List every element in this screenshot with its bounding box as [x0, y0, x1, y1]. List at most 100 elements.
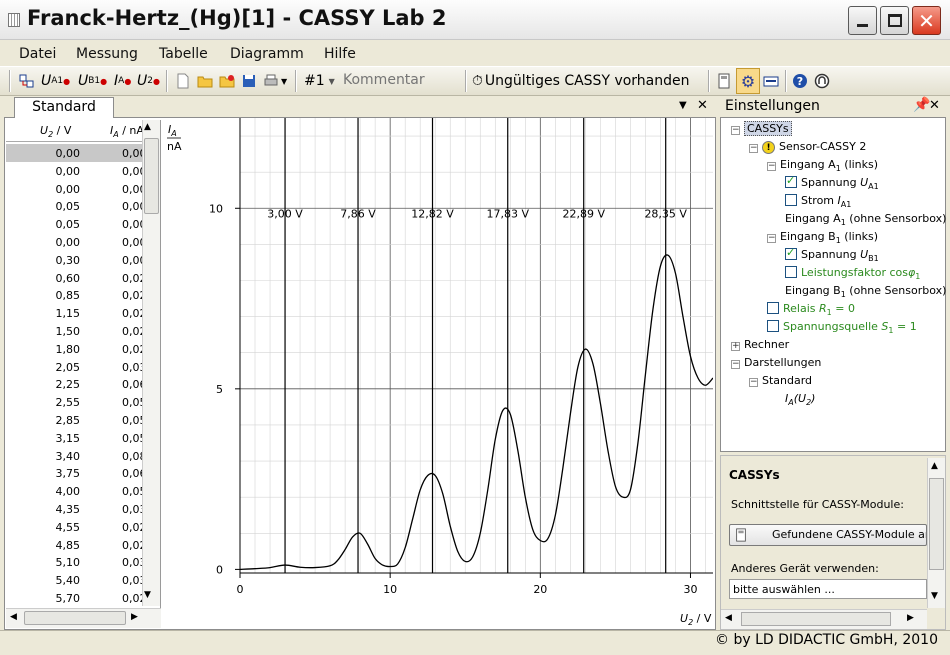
- table-row[interactable]: 3,75 0,06: [6, 464, 143, 482]
- props-vertical-scrollbar[interactable]: ▲ ▼: [927, 458, 945, 608]
- table-row[interactable]: 0,00 0,00: [6, 144, 142, 162]
- scroll-down-icon[interactable]: ▼: [931, 591, 938, 601]
- u2-button[interactable]: U 2 ●: [137, 70, 160, 92]
- scroll-up-icon[interactable]: ▲: [931, 461, 938, 471]
- display-button[interactable]: [763, 70, 779, 92]
- table-row[interactable]: 0,00 0,00: [6, 180, 143, 198]
- tree-eingang-a1-ohne[interactable]: Eingang A1 (ohne Sensorbox): [785, 212, 946, 227]
- cassy-modules-button[interactable]: [19, 70, 35, 92]
- table-row[interactable]: 4,55 0,02: [6, 518, 143, 536]
- new-file-button[interactable]: [175, 70, 191, 92]
- checkbox-unchecked[interactable]: [767, 320, 779, 332]
- table-row[interactable]: 5,10 0,03: [6, 553, 143, 571]
- tree-spannung-ua1[interactable]: Spannung UA1: [785, 174, 879, 191]
- collapse-icon[interactable]: −: [731, 126, 740, 135]
- table-row[interactable]: 5,40 0,03: [6, 571, 143, 589]
- scroll-thumb[interactable]: [144, 138, 159, 214]
- collapse-icon[interactable]: −: [731, 360, 740, 369]
- table-row[interactable]: 4,35 0,03: [6, 500, 143, 518]
- tree-ia-u2[interactable]: IA(U2): [785, 392, 815, 407]
- comment-input[interactable]: [343, 70, 463, 90]
- collapse-icon[interactable]: −: [749, 144, 758, 153]
- table-row[interactable]: 5,70 0,02: [6, 589, 143, 607]
- hscroll-thumb[interactable]: [24, 611, 126, 625]
- table-row[interactable]: 2,85 0,05: [6, 411, 143, 429]
- save-button[interactable]: [241, 70, 257, 92]
- col-u2-header[interactable]: U2 / V: [40, 124, 71, 139]
- tree-standard[interactable]: − Standard: [749, 374, 812, 387]
- checkbox-unchecked[interactable]: [767, 302, 779, 314]
- collapse-icon[interactable]: −: [767, 234, 776, 243]
- tab-standard[interactable]: Standard: [14, 97, 114, 118]
- menu-messung[interactable]: Messung: [76, 46, 138, 62]
- pin-icon[interactable]: 📌: [913, 97, 930, 113]
- tree-relais[interactable]: Relais R1 = 0: [767, 302, 855, 317]
- table-row[interactable]: 3,40 0,08: [6, 447, 143, 465]
- table-row[interactable]: 1,15 0,02: [6, 304, 143, 322]
- open-file-button[interactable]: [197, 70, 213, 92]
- menu-hilfe[interactable]: Hilfe: [324, 46, 356, 62]
- table-row[interactable]: 0,05 0,00: [6, 215, 143, 233]
- table-horizontal-scrollbar[interactable]: ◀ ▶: [6, 608, 161, 628]
- props-horizontal-scrollbar[interactable]: ◀ ▶: [721, 609, 927, 629]
- cassy-view-button[interactable]: [716, 70, 732, 92]
- table-row[interactable]: 4,85 0,02: [6, 536, 143, 554]
- scroll-right-icon[interactable]: ▶: [131, 612, 138, 622]
- checkbox-unchecked[interactable]: [785, 194, 797, 206]
- table-row[interactable]: 2,55 0,05: [6, 393, 143, 411]
- table-row[interactable]: 0,05 0,00: [6, 197, 143, 215]
- collapse-icon[interactable]: −: [749, 378, 758, 387]
- scroll-right-icon[interactable]: ▶: [907, 613, 914, 623]
- open-example-button[interactable]: [219, 70, 235, 92]
- tree-leistungsfaktor[interactable]: Leistungsfaktor cosφ1: [785, 266, 920, 281]
- table-row[interactable]: 2,25 0,06: [6, 375, 143, 393]
- table-vertical-scrollbar[interactable]: ▲ ▼: [142, 120, 160, 606]
- table-row[interactable]: 0,60 0,02: [6, 269, 143, 287]
- checkbox-checked[interactable]: [785, 174, 797, 188]
- scroll-down-icon[interactable]: ▼: [144, 590, 151, 600]
- menu-datei[interactable]: Datei: [19, 46, 56, 62]
- settings-button[interactable]: ⚙: [736, 68, 760, 94]
- app-icon[interactable]: [8, 13, 20, 27]
- tab-list-icon[interactable]: ▼: [679, 100, 687, 111]
- tree-rechner[interactable]: + Rechner: [731, 338, 789, 351]
- print-button[interactable]: ▼: [263, 70, 287, 92]
- expand-icon[interactable]: +: [731, 342, 740, 351]
- menu-tabelle[interactable]: Tabelle: [159, 46, 208, 62]
- table-row[interactable]: 0,00 0,00: [6, 162, 143, 180]
- menu-diagramm[interactable]: Diagramm: [230, 46, 304, 62]
- table-row[interactable]: 3,15 0,05: [6, 429, 143, 447]
- table-row[interactable]: 4,00 0,05: [6, 482, 143, 500]
- tree-spannungsquelle[interactable]: Spannungsquelle S1 = 1: [767, 320, 917, 335]
- cassy-status-button[interactable]: ⏱ Ungültiges CASSY vorhanden: [472, 70, 690, 92]
- ua1-button[interactable]: U A1 ●: [41, 70, 70, 92]
- col-ia-header[interactable]: IA / nA: [110, 124, 142, 139]
- tree-eingang-b1[interactable]: − Eingang B1 (links): [767, 230, 878, 245]
- checkbox-checked[interactable]: [785, 246, 797, 260]
- tree-sensor-cassy[interactable]: −! Sensor-CASSY 2: [749, 140, 866, 154]
- checkbox-unchecked[interactable]: [785, 266, 797, 278]
- tree-spannung-ub1[interactable]: Spannung UB1: [785, 246, 879, 263]
- tab-close-icon[interactable]: ✕: [697, 98, 708, 113]
- minimize-button[interactable]: [848, 6, 877, 35]
- about-button[interactable]: [814, 70, 830, 92]
- ia-button[interactable]: I A ●: [114, 70, 131, 92]
- scroll-left-icon[interactable]: ◀: [10, 612, 17, 622]
- ub1-button[interactable]: U B1 ●: [78, 70, 107, 92]
- chart[interactable]: 0 10 20 30 0 5 10 3,00 V 7,86 V 12,82 V 17,83 V 22,…: [165, 118, 713, 628]
- table-row[interactable]: 0,00 0,00: [6, 233, 143, 251]
- tree-eingang-b1-ohne[interactable]: Eingang B1 (ohne Sensorbox): [785, 284, 946, 299]
- hscroll-thumb[interactable]: [741, 612, 891, 626]
- tree-darstellungen[interactable]: − Darstellungen: [731, 356, 821, 369]
- tree-strom-ia1[interactable]: Strom IA1: [785, 194, 851, 209]
- tree-cassys[interactable]: − CASSYs: [731, 121, 792, 136]
- table-row[interactable]: 0,30 0,00: [6, 251, 143, 269]
- device-select[interactable]: bitte auswählen ...: [729, 579, 927, 599]
- scroll-left-icon[interactable]: ◀: [725, 613, 732, 623]
- collapse-icon[interactable]: −: [767, 162, 776, 171]
- found-cassy-button[interactable]: Gefundene CASSY-Module anze: [729, 524, 927, 546]
- maximize-button[interactable]: [880, 6, 909, 35]
- table-row[interactable]: 1,50 0,02: [6, 322, 143, 340]
- table-row[interactable]: 0,85 0,02: [6, 286, 143, 304]
- settings-close-icon[interactable]: ✕: [929, 98, 940, 113]
